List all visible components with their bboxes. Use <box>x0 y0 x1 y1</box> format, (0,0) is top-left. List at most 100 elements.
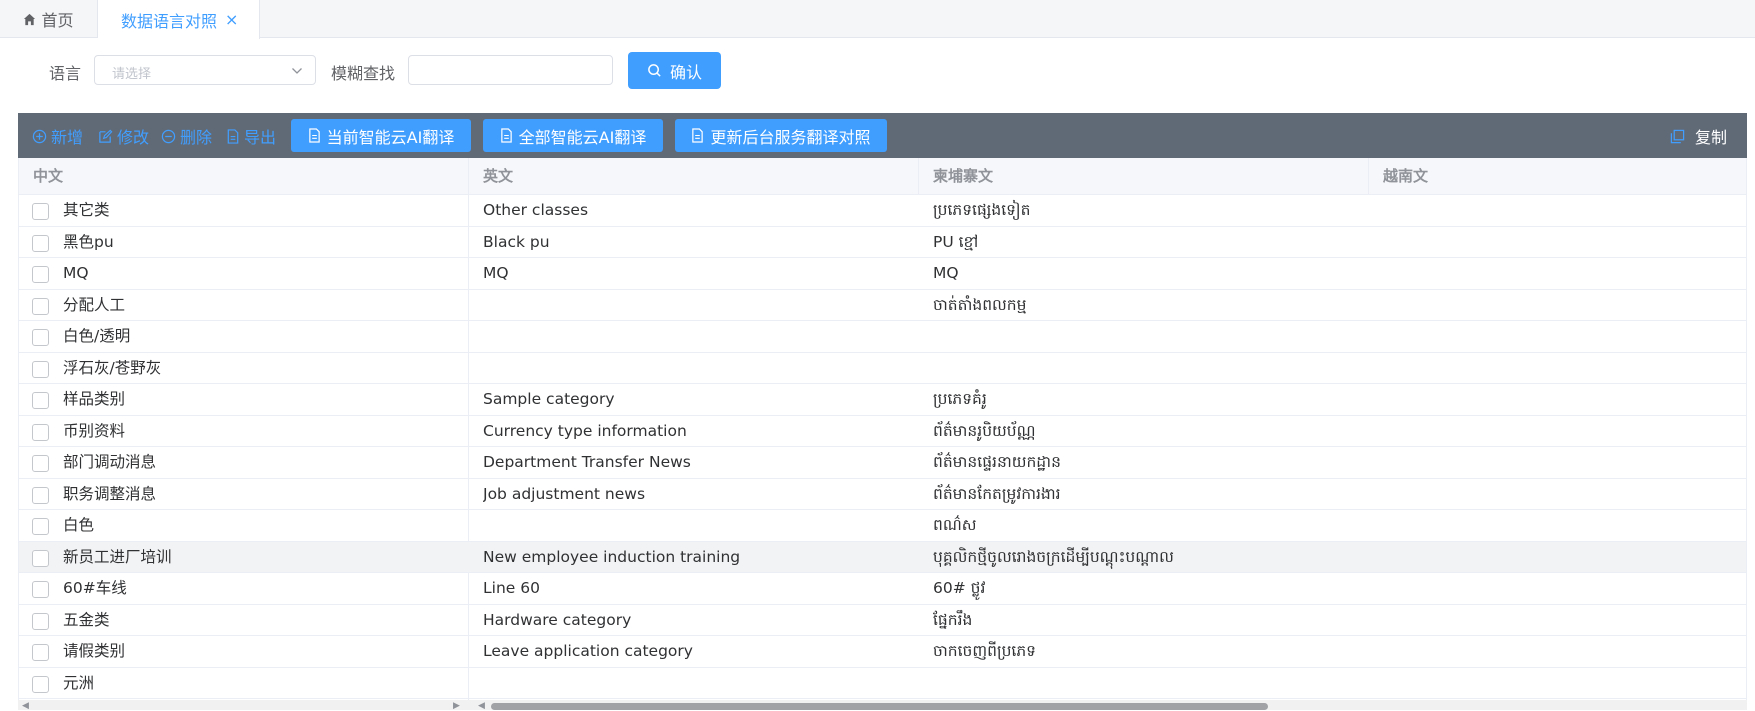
row-checkbox[interactable] <box>32 203 49 220</box>
row-checkbox[interactable] <box>32 360 49 378</box>
update-backend-translation-label: 更新后台服务翻译对照 <box>710 127 871 147</box>
table-row[interactable]: 元洲 <box>19 668 1746 699</box>
home-icon <box>24 13 36 25</box>
tab-data-language-label: 数据语言对照 <box>121 11 218 31</box>
delete-button[interactable]: 删除 <box>161 124 212 148</box>
table-row[interactable]: 职务调整消息 Job adjustment news ព័ត៌មានកែតម្រូវ… <box>19 479 1746 510</box>
export-button[interactable]: 导出 <box>226 124 276 148</box>
column-header-vietnamese[interactable]: 越南文 <box>1369 158 1428 195</box>
cell-english: Job adjustment news <box>483 484 646 503</box>
cell-chinese: 样品类别 <box>63 390 126 408</box>
table-row[interactable]: 60#车线 Line 60 60# ថ្លូវ <box>19 573 1746 605</box>
cell-english: Department Transfer News <box>483 453 691 471</box>
table-row[interactable]: 浮石灰/苍野灰 <box>19 353 1746 384</box>
row-checkbox[interactable] <box>32 644 49 661</box>
table-row[interactable]: 币别资料 Currency type information ព័ត៌មានរូបិ… <box>19 416 1746 447</box>
cell-khmer: ព័ត៌មានផ្ទេរនាយកដ្ឋាន <box>933 453 1061 471</box>
cell-english: Sample category <box>483 390 615 408</box>
table-row[interactable]: 白色 ពណ៌ស <box>19 510 1746 542</box>
row-checkbox[interactable] <box>32 518 49 535</box>
row-checkbox[interactable] <box>32 234 49 252</box>
cell-english: New employee induction training <box>483 547 741 566</box>
table-header: 中文 英文 柬埔寨文 越南文 <box>19 158 1746 195</box>
cell-khmer: ផ្នែករឹង <box>933 610 973 629</box>
cell-chinese: 其它类 <box>63 201 110 219</box>
delete-button-label: 删除 <box>180 128 213 147</box>
tab-home[interactable]: 首页 <box>0 0 98 38</box>
table-row[interactable]: 五金类 Hardware category ផ្នែករឹង <box>19 605 1746 636</box>
cell-khmer: ប្រភេទគំរូ <box>933 390 987 408</box>
table-row[interactable]: 其它类 Other classes ប្រភេទផ្សេងទៀត <box>19 195 1746 227</box>
export-button-label: 导出 <box>244 128 277 147</box>
cell-english: Black pu <box>483 232 550 251</box>
row-checkbox[interactable] <box>32 581 49 598</box>
table-row[interactable]: 样品类别 Sample category ប្រភេទគំរូ <box>19 384 1746 416</box>
add-button[interactable]: 新增 <box>32 124 83 148</box>
cell-khmer: 60# ថ្លូវ <box>933 579 986 597</box>
row-checkbox[interactable] <box>32 266 49 283</box>
edit-button[interactable]: 修改 <box>98 124 149 148</box>
column-divider <box>1368 158 1369 195</box>
cell-chinese: 60#车线 <box>63 579 127 597</box>
language-select-placeholder: 请选择 <box>112 67 152 82</box>
column-header-khmer[interactable]: 柬埔寨文 <box>919 158 993 195</box>
cell-chinese: 部门调动消息 <box>63 453 157 471</box>
horizontal-scrollbar[interactable]: ◀ ▶ ◀ <box>18 700 1747 711</box>
language-label: 语言 <box>49 64 82 83</box>
minus-circle-icon <box>161 129 176 143</box>
tab-bar: 首页 数据语言对照 × <box>0 0 1755 39</box>
toolbar: 新增 修改 删除 导出 当前智能云AI翻译 全部智能云AI翻译 更新后台服务翻译… <box>18 113 1747 158</box>
table-row[interactable]: 新员工进厂培训 New employee induction training បុ… <box>19 541 1746 573</box>
cell-chinese: 浮石灰/苍野灰 <box>63 358 162 377</box>
cell-english: Leave application category <box>483 642 693 660</box>
row-checkbox[interactable] <box>32 297 49 315</box>
copy-button[interactable]: 复制 <box>1670 124 1727 148</box>
ai-translate-all-label: 全部智能云AI翻译 <box>518 127 647 147</box>
table-row[interactable]: 分配人工 ចាត់តាំងពលកម្ម <box>19 290 1746 321</box>
table-row[interactable]: 黑色pu Black pu PU ខ្មៅ <box>19 227 1746 258</box>
table-row[interactable]: 白色/透明 <box>19 321 1746 353</box>
row-checkbox[interactable] <box>32 549 49 567</box>
row-checkbox[interactable] <box>32 612 49 630</box>
cell-english: MQ <box>483 264 509 282</box>
update-backend-translation-button[interactable]: 更新后台服务翻译对照 <box>675 119 887 152</box>
cell-khmer: ចាកចេញពីប្រភេទ <box>933 642 1037 660</box>
cell-khmer: បុគ្គលិកថ្មីចូលរោងចក្រដើម្បីបណ្តុះបណ្តាល <box>933 547 1174 566</box>
row-checkbox[interactable] <box>32 423 49 441</box>
cell-khmer: ចាត់តាំងពលកម្ម <box>933 295 1027 314</box>
cell-chinese: 五金类 <box>63 610 110 629</box>
row-checkbox[interactable] <box>32 329 49 346</box>
ai-translate-current-label: 当前智能云AI翻译 <box>326 127 455 147</box>
tab-data-language[interactable]: 数据语言对照 × <box>98 0 260 39</box>
cell-english: Other classes <box>483 201 589 219</box>
cell-english: Currency type information <box>483 421 687 440</box>
table-row[interactable]: 部门调动消息 Department Transfer News ព័ត៌មានផ្ទ… <box>19 447 1746 479</box>
copy-icon <box>1670 129 1685 143</box>
confirm-button[interactable]: 确认 <box>628 52 721 89</box>
row-checkbox[interactable] <box>32 675 49 693</box>
row-checkbox[interactable] <box>32 455 49 472</box>
language-select[interactable]: 请选择 <box>94 55 316 85</box>
column-header-english[interactable]: 英文 <box>469 158 513 195</box>
copy-button-label: 复制 <box>1694 128 1727 147</box>
cell-chinese: 职务调整消息 <box>63 484 157 503</box>
column-header-chinese[interactable]: 中文 <box>19 158 63 195</box>
row-checkbox[interactable] <box>32 486 49 504</box>
table-row[interactable]: 请假类别 Leave application category ចាកចេញពីប្… <box>19 636 1746 668</box>
translation-table: 中文 英文 柬埔寨文 越南文 其它类 Other classes ប្រភេទផ្ស… <box>18 158 1747 710</box>
ai-translate-all-button[interactable]: 全部智能云AI翻译 <box>483 119 663 152</box>
document-icon <box>692 128 704 143</box>
table-row[interactable]: MQ MQ MQ <box>19 258 1746 290</box>
row-checkbox[interactable] <box>32 392 49 409</box>
ai-translate-current-button[interactable]: 当前智能云AI翻译 <box>291 119 471 152</box>
fuzzy-search-input[interactable] <box>408 55 613 85</box>
cell-chinese: 币别资料 <box>63 421 126 440</box>
cell-khmer: MQ <box>933 264 959 282</box>
edit-button-label: 修改 <box>117 128 150 147</box>
document-icon <box>227 128 239 144</box>
cell-khmer: ពណ៌ស <box>933 516 977 534</box>
close-icon[interactable]: × <box>225 10 238 29</box>
tab-home-label: 首页 <box>41 11 74 30</box>
cell-khmer: ព័ត៌មានកែតម្រូវការងារ <box>933 484 1061 503</box>
scrollbar-thumb[interactable] <box>491 703 1268 710</box>
